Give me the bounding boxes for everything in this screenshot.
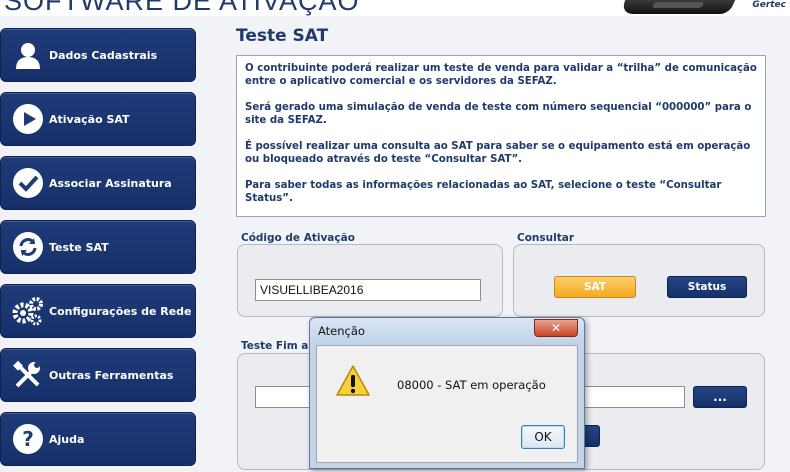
sat-device-image [618,0,736,14]
info-paragraph: O contribuinte poderá realizar um teste … [245,63,757,87]
sidebar-item-associar-assinatura[interactable]: Associar Assinatura [0,156,196,210]
consult-sat-button[interactable]: SAT [554,276,636,298]
play-icon [11,102,45,136]
sidebar-item-label: Ajuda [49,432,85,446]
user-icon [11,38,45,72]
sidebar-item-teste-sat[interactable]: Teste SAT [0,220,196,274]
sidebar-item-label: Teste SAT [49,240,109,254]
sidebar-item-label: Outras Ferramentas [49,368,174,382]
info-paragraph: É possível realizar uma consulta ao SAT … [245,141,751,165]
activation-code-input[interactable]: VISUELLIBEA2016 [255,279,481,301]
tools-icon [11,358,45,392]
sidebar-item-label: Ativação SAT [49,112,130,126]
sidebar: Dados Cadastrais Ativação SAT Associar A… [0,20,198,472]
page-title: Teste SAT [236,26,329,46]
sidebar-item-dados-cadastrais[interactable]: Dados Cadastrais [0,28,196,82]
sidebar-item-label: Associar Assinatura [49,176,172,190]
browse-button[interactable]: ... [693,386,747,408]
dialog-message: 08000 - SAT em operação [397,378,546,392]
sidebar-item-ajuda[interactable]: ? Ajuda [0,412,196,466]
dialog-ok-button[interactable]: OK [521,425,565,449]
dialog-body: 08000 - SAT em operação OK [316,345,578,463]
app-header: SOFTWARE DE ATIVAÇÃO Gertec [0,0,790,16]
sidebar-item-ativacao-sat[interactable]: Ativação SAT [0,92,196,146]
activation-code-label: Código de Ativação [241,232,355,244]
svg-text:?: ? [22,427,34,451]
check-icon [11,166,45,200]
info-paragraph: Para saber todas as informações relacion… [245,180,722,204]
dialog-close-button[interactable]: ✕ [534,319,578,337]
sidebar-item-outras-ferramentas[interactable]: Outras Ferramentas [0,348,196,402]
gears-icon [11,294,45,328]
dialog-title: Atenção [318,324,365,338]
dialog-titlebar[interactable]: Atenção ✕ [310,318,584,344]
sidebar-item-configuracoes-de-rede[interactable]: Configurações de Rede [0,284,196,338]
brand-logo: Gertec [752,0,786,10]
consult-status-button[interactable]: Status [667,276,747,298]
consult-label: Consultar [517,232,575,244]
refresh-icon [11,230,45,264]
warning-icon [335,364,371,398]
end-to-end-label: Teste Fim a [241,340,309,352]
alert-dialog: Atenção ✕ 08000 - SAT em operação OK [309,317,585,469]
info-box: O contribuinte poderá realizar um teste … [236,55,766,217]
sidebar-item-label: Dados Cadastrais [49,48,158,62]
help-icon: ? [11,422,45,456]
info-paragraph: Será gerado uma simulação de venda de te… [245,102,752,126]
app-title: SOFTWARE DE ATIVAÇÃO [4,0,360,16]
sidebar-item-label: Configurações de Rede [49,304,192,318]
